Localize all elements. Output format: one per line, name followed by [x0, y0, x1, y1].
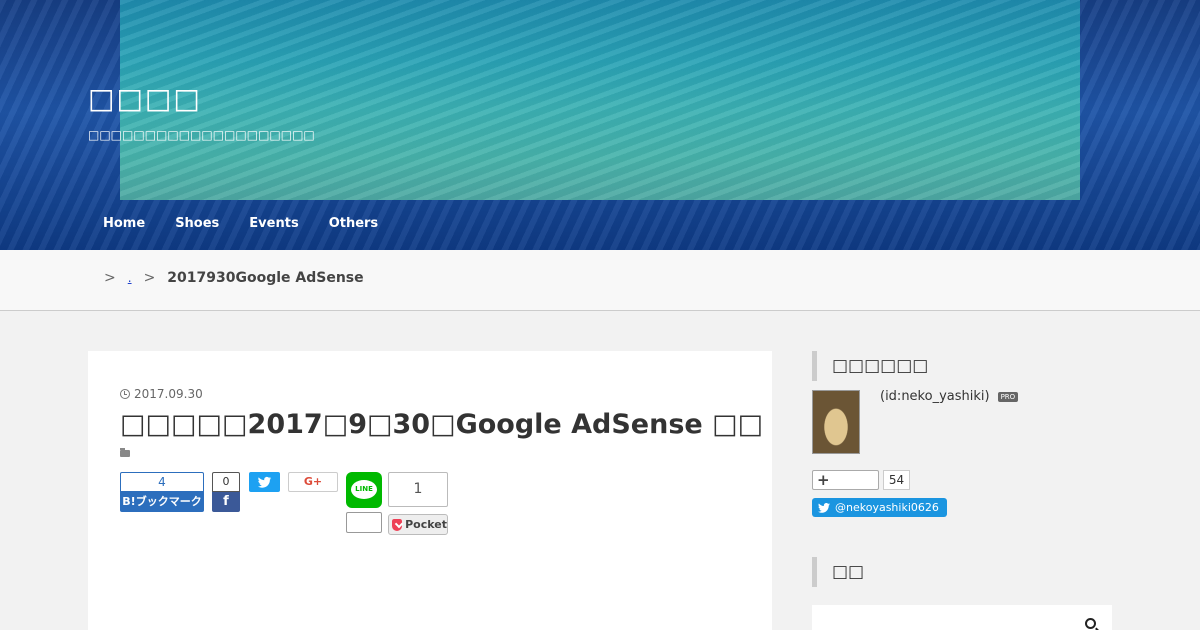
site-title[interactable]: □□□□: [88, 82, 202, 115]
line-share-count: [346, 512, 382, 533]
twitter-share-button[interactable]: [249, 472, 280, 492]
subscriber-count: 54: [883, 470, 910, 490]
breadcrumb-link[interactable]: .: [128, 271, 132, 285]
search-heading: □□: [812, 557, 864, 587]
twitter-bird-icon: [258, 476, 272, 488]
search-icon[interactable]: [1085, 618, 1096, 629]
line-share-button[interactable]: LINE: [346, 472, 382, 508]
header-image: [120, 0, 1080, 200]
site-description: □□□□□□□□□□□□□□□□□□□□: [88, 128, 315, 142]
facebook-icon[interactable]: f: [212, 492, 240, 512]
search-input[interactable]: [812, 605, 1112, 630]
googleplus-share-button[interactable]: G+: [288, 472, 338, 492]
pro-badge: PRO: [997, 391, 1019, 402]
pocket-button[interactable]: Pocket: [388, 514, 448, 535]
global-nav: Home Shoes Events Others: [88, 212, 393, 235]
profile-id[interactable]: (id:neko_yashiki) PRO: [880, 389, 1019, 404]
breadcrumb-separator: >: [143, 270, 156, 286]
profile-id-text[interactable]: (id:neko_yashiki): [880, 389, 990, 404]
avatar[interactable]: [812, 390, 860, 454]
pocket-label: Pocket: [405, 518, 447, 531]
nav-item-others[interactable]: Others: [314, 212, 394, 235]
entry-title[interactable]: □□□□□2017□9□30□Google AdSense □□: [120, 409, 763, 440]
site-header: □□□□ □□□□□□□□□□□□□□□□□□□□ Home Shoes Eve…: [0, 0, 1200, 250]
breadcrumb-current: 2017930Google AdSense: [167, 270, 364, 286]
twitter-bird-icon: [818, 502, 830, 513]
nav-item-shoes[interactable]: Shoes: [160, 212, 234, 235]
hatena-bookmark-count[interactable]: 4: [120, 472, 204, 492]
facebook-share-button[interactable]: 0 f: [212, 472, 240, 512]
subscribe-button[interactable]: +: [812, 470, 879, 490]
article-card: 2017.09.30 □□□□□2017□9□30□Google AdSense…: [88, 351, 772, 630]
nav-item-events[interactable]: Events: [234, 212, 313, 235]
breadcrumb: > . > 2017930Google AdSense: [104, 270, 364, 286]
hatena-bookmark-button[interactable]: 4 B!ブックマーク: [120, 472, 204, 512]
twitter-handle[interactable]: @nekoyashiki0626: [835, 498, 939, 517]
entry-date-text: 2017.09.30: [134, 387, 203, 401]
folder-icon: [120, 448, 130, 457]
twitter-follow-button[interactable]: @nekoyashiki0626: [812, 498, 947, 517]
pocket-icon: [392, 518, 403, 531]
entry-date[interactable]: 2017.09.30: [120, 387, 203, 401]
facebook-share-count: 0: [212, 472, 240, 492]
breadcrumb-separator: >: [104, 270, 116, 286]
hatena-bookmark-label[interactable]: B!ブックマーク: [120, 492, 204, 512]
line-logo-icon: LINE: [351, 480, 377, 499]
profile-heading: □□□□□□: [812, 351, 928, 381]
nav-item-home[interactable]: Home: [88, 212, 160, 235]
clock-icon: [120, 389, 130, 399]
breadcrumb-bar: > . > 2017930Google AdSense: [0, 250, 1200, 311]
pocket-count: 1: [388, 472, 448, 507]
